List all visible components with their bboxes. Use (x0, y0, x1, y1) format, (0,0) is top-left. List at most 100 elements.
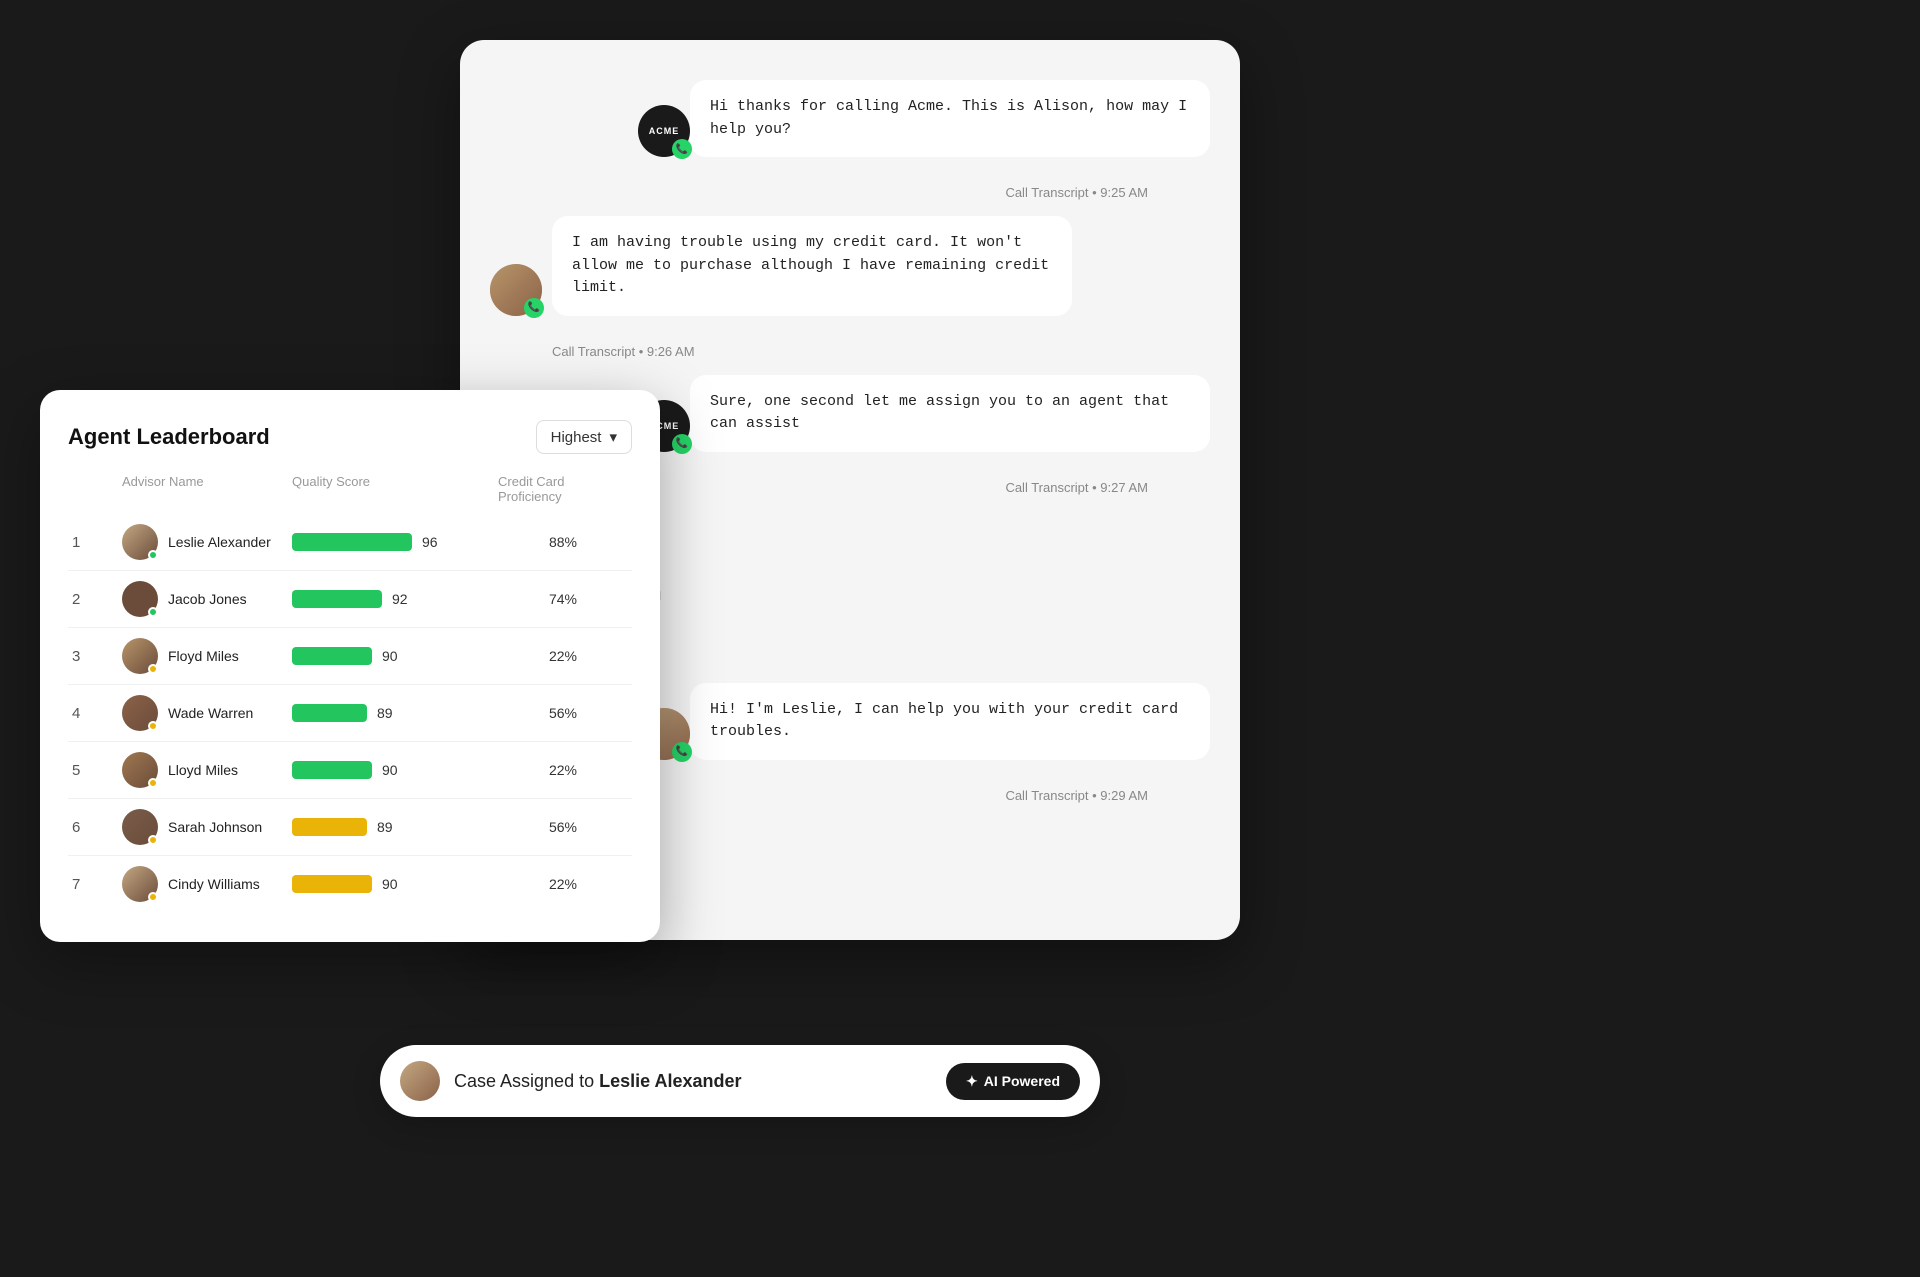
rank-6: 6 (72, 819, 122, 836)
score-num-6: 89 (377, 819, 393, 835)
case-banner: Case Assigned to Leslie Alexander ✦ AI P… (380, 1045, 1100, 1117)
score-num-4: 89 (377, 705, 393, 721)
proficiency-3: 22% (498, 648, 628, 664)
status-dot-2 (148, 607, 158, 617)
agent-avatar-7 (122, 866, 158, 902)
proficiency-2: 74% (498, 591, 628, 607)
score-bar-5 (292, 761, 372, 779)
rank-3: 3 (72, 648, 122, 665)
agent-avatar-1 (122, 524, 158, 560)
score-num-7: 90 (382, 876, 398, 892)
status-dot-5 (148, 778, 158, 788)
agent-avatar-5 (122, 752, 158, 788)
proficiency-1: 88% (498, 534, 628, 550)
score-bar-1 (292, 533, 412, 551)
message-row-2: 📞 I am having trouble using my credit ca… (490, 216, 1210, 316)
sort-label: Highest (551, 429, 602, 446)
status-dot-1 (148, 550, 158, 560)
agent-name-4: Wade Warren (168, 705, 253, 721)
score-bar-container-6: 89 (292, 818, 498, 836)
agent-info-2: Jacob Jones (122, 581, 292, 617)
score-num-5: 90 (382, 762, 398, 778)
score-bar-container-5: 90 (292, 761, 498, 779)
leaderboard-row: 6 Sarah Johnson 89 56% (68, 799, 632, 856)
leaderboard-row: 4 Wade Warren 89 56% (68, 685, 632, 742)
agent-info-7: Cindy Williams (122, 866, 292, 902)
message-bubble-5: Hi! I'm Leslie, I can help you with your… (690, 683, 1210, 760)
leaderboard-columns: Advisor Name Quality Score Credit Card P… (68, 474, 632, 504)
leaderboard-row: 1 Leslie Alexander 96 88% (68, 514, 632, 571)
leaderboard-panel: Agent Leaderboard Highest ▾ Advisor Name… (40, 390, 660, 942)
agent-avatar-6 (122, 809, 158, 845)
agent-info-4: Wade Warren (122, 695, 292, 731)
score-bar-7 (292, 875, 372, 893)
case-banner-text: Case Assigned to Leslie Alexander (454, 1071, 932, 1092)
leaderboard-row: 3 Floyd Miles 90 22% (68, 628, 632, 685)
score-bar-2 (292, 590, 382, 608)
phone-badge-leslie: 📞 (672, 742, 692, 762)
agent-info-3: Floyd Miles (122, 638, 292, 674)
agent-info-6: Sarah Johnson (122, 809, 292, 845)
score-num-2: 92 (392, 591, 408, 607)
status-dot-3 (148, 664, 158, 674)
leaderboard-row: 2 Jacob Jones 92 74% (68, 571, 632, 628)
agent-info-1: Leslie Alexander (122, 524, 292, 560)
leaderboard-title: Agent Leaderboard (68, 424, 270, 450)
phone-badge-2: 📞 (524, 298, 544, 318)
proficiency-6: 56% (498, 819, 628, 835)
timestamp-1: Call Transcript • 9:25 AM (490, 185, 1210, 200)
score-bar-container-3: 90 (292, 647, 498, 665)
agent-avatar-4 (122, 695, 158, 731)
agent-name-5: Lloyd Miles (168, 762, 238, 778)
ai-powered-button[interactable]: ✦ AI Powered (946, 1063, 1080, 1100)
score-bar-4 (292, 704, 367, 722)
score-bar-container-1: 96 (292, 533, 498, 551)
status-dot-4 (148, 721, 158, 731)
timestamp-2: Call Transcript • 9:26 AM (490, 344, 1210, 359)
leaderboard-header: Agent Leaderboard Highest ▾ (68, 420, 632, 454)
agent-name-3: Floyd Miles (168, 648, 239, 664)
agent-name-1: Leslie Alexander (168, 534, 271, 550)
leaderboard-rows: 1 Leslie Alexander 96 88% 2 Jacob Jones … (68, 514, 632, 912)
score-num-3: 90 (382, 648, 398, 664)
status-dot-6 (148, 835, 158, 845)
proficiency-4: 56% (498, 705, 628, 721)
rank-7: 7 (72, 876, 122, 893)
user-avatar-1: 📞 (490, 264, 542, 316)
rank-4: 4 (72, 705, 122, 722)
status-dot-7 (148, 892, 158, 902)
sort-dropdown[interactable]: Highest ▾ (536, 420, 632, 454)
agent-info-5: Lloyd Miles (122, 752, 292, 788)
score-bar-3 (292, 647, 372, 665)
agent-avatar-2 (122, 581, 158, 617)
rank-2: 2 (72, 591, 122, 608)
col-quality: Quality Score (292, 474, 498, 504)
score-bar-container-7: 90 (292, 875, 498, 893)
score-num-1: 96 (422, 534, 438, 550)
chevron-down-icon: ▾ (609, 428, 617, 446)
leaderboard-row: 5 Lloyd Miles 90 22% (68, 742, 632, 799)
agent-name-7: Cindy Williams (168, 876, 260, 892)
agent-name-2: Jacob Jones (168, 591, 247, 607)
phone-badge-3: 📞 (672, 434, 692, 454)
message-bubble-1: Hi thanks for calling Acme. This is Alis… (690, 80, 1210, 157)
col-proficiency: Credit Card Proficiency (498, 474, 628, 504)
agent-name-6: Sarah Johnson (168, 819, 262, 835)
col-advisor: Advisor Name (122, 474, 292, 504)
message-bubble-3: Sure, one second let me assign you to an… (690, 375, 1210, 452)
proficiency-7: 22% (498, 876, 628, 892)
score-bar-6 (292, 818, 367, 836)
proficiency-5: 22% (498, 762, 628, 778)
case-banner-avatar (400, 1061, 440, 1101)
agent-avatar-3 (122, 638, 158, 674)
col-rank (72, 474, 122, 504)
rank-5: 5 (72, 762, 122, 779)
ai-icon: ✦ (966, 1073, 978, 1090)
score-bar-container-4: 89 (292, 704, 498, 722)
score-bar-container-2: 92 (292, 590, 498, 608)
message-row-1: Hi thanks for calling Acme. This is Alis… (490, 80, 1210, 157)
message-bubble-2: I am having trouble using my credit card… (552, 216, 1072, 316)
acme-avatar-1: ACME 📞 (638, 105, 690, 157)
rank-1: 1 (72, 534, 122, 551)
phone-badge-1: 📞 (672, 139, 692, 159)
